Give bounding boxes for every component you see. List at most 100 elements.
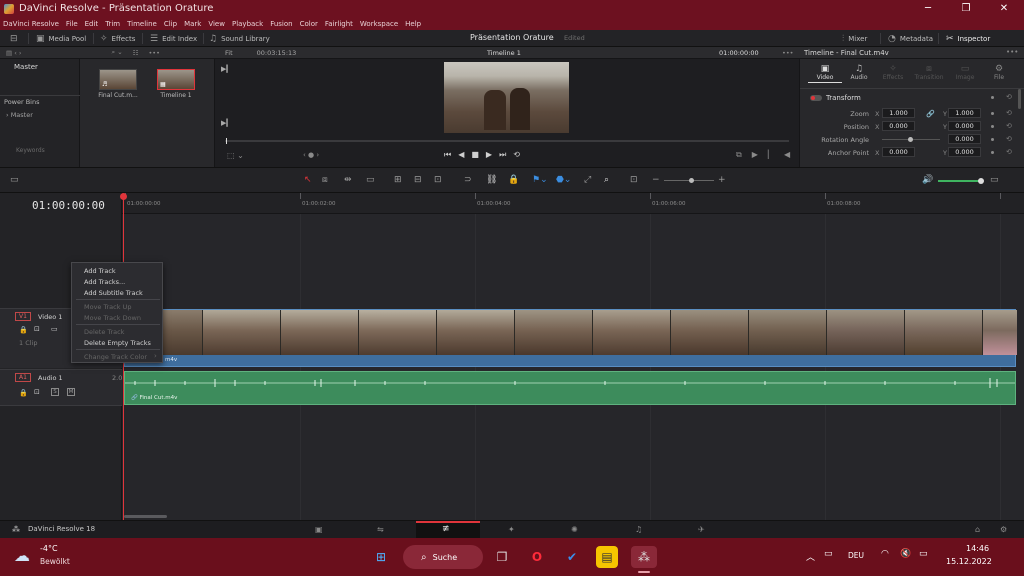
track-lock-icon[interactable]: 🔒 bbox=[19, 326, 28, 334]
menu-add-tracks[interactable]: Add Tracks... bbox=[84, 278, 125, 286]
audio-clip[interactable]: 🔗 Final Cut.m4v bbox=[124, 371, 1016, 405]
fairlight-page-icon[interactable]: ♫ bbox=[635, 525, 642, 534]
power-bin-master[interactable]: › Master bbox=[6, 111, 33, 119]
menu-change-track-color[interactable]: Change Track Color bbox=[84, 353, 147, 361]
menu-file[interactable]: File bbox=[66, 20, 78, 28]
inspector-options-icon[interactable]: ••• bbox=[1006, 48, 1018, 56]
maximize-button[interactable]: ❐ bbox=[947, 0, 985, 17]
track-id-a1[interactable]: A1 bbox=[15, 373, 31, 382]
position-lock-icon[interactable]: 🔒 bbox=[508, 175, 519, 185]
blade-tool-icon[interactable]: ▭ bbox=[366, 175, 375, 185]
timeline-thumbnail[interactable]: ▦ bbox=[157, 69, 195, 90]
todo-app-icon[interactable]: ✔ bbox=[561, 546, 583, 568]
edit-index-button[interactable]: ☰ Edit Index bbox=[150, 30, 197, 47]
zoom-in-icon[interactable]: + bbox=[718, 175, 726, 185]
volume-slider[interactable] bbox=[938, 180, 982, 182]
menu-edit[interactable]: Edit bbox=[85, 20, 99, 28]
media-page-icon[interactable]: ▣ bbox=[315, 525, 323, 534]
menu-fusion[interactable]: Fusion bbox=[270, 20, 292, 28]
zoom-full-icon[interactable]: ⤢ bbox=[584, 175, 591, 185]
menu-workspace[interactable]: Workspace bbox=[360, 20, 398, 28]
clock-time[interactable]: 14:46 bbox=[966, 544, 989, 553]
next-frame-icon[interactable]: ▶▏ bbox=[752, 150, 784, 159]
clock-date[interactable]: 15.12.2022 bbox=[946, 557, 992, 566]
inspector-scrollbar[interactable] bbox=[1018, 89, 1021, 109]
play-icon[interactable]: ▶ bbox=[486, 150, 499, 159]
marker-icon[interactable]: ⬣⌄ bbox=[556, 175, 571, 185]
menu-move-track-down[interactable]: Move Track Down bbox=[84, 314, 141, 322]
auto-select-icon[interactable]: ⊡ bbox=[34, 388, 40, 396]
more-options-icon[interactable]: ••• bbox=[148, 49, 160, 57]
deliver-page-icon[interactable]: ✈ bbox=[698, 525, 705, 534]
position-y-field[interactable]: 0.000 bbox=[948, 121, 981, 131]
go-to-end-icon[interactable]: ⏭ bbox=[499, 150, 513, 159]
menu-trim[interactable]: Trim bbox=[105, 20, 120, 28]
replace-clip-icon[interactable]: ⊡ bbox=[434, 175, 442, 185]
prev-frame-icon[interactable]: ◀ bbox=[784, 150, 800, 159]
battery-icon[interactable]: ▭ bbox=[919, 549, 928, 559]
taskbar-search[interactable]: ⌕ Suche bbox=[403, 545, 483, 569]
menu-mark[interactable]: Mark bbox=[184, 20, 201, 28]
clip-thumbnail[interactable]: ♬ bbox=[99, 69, 137, 90]
timeline-ruler[interactable]: 01:00:00:00 01:00:02:00 01:00:04:00 01:0… bbox=[122, 193, 1024, 214]
viewer-zoom-icon[interactable]: ⬚ ⌄ bbox=[227, 151, 244, 160]
fusion-page-icon[interactable]: ✦ bbox=[508, 525, 515, 534]
weather-cloud-icon[interactable]: ☁ bbox=[14, 546, 30, 565]
solo-button[interactable]: S bbox=[51, 388, 59, 396]
tab-video[interactable]: ▣ Video bbox=[808, 64, 842, 83]
menu-clip[interactable]: Clip bbox=[164, 20, 177, 28]
display-icon[interactable]: ▭ bbox=[824, 549, 833, 559]
zoom-y-field[interactable]: 1.000 bbox=[948, 108, 981, 118]
zoom-detail-icon[interactable]: ⌕ bbox=[604, 175, 609, 185]
audio-track-header[interactable]: A1 Audio 1 2.0 🔒 ⊡ S M bbox=[0, 369, 122, 406]
toggle-bins-button[interactable]: ⊟ bbox=[10, 30, 18, 47]
keyframe-icon[interactable] bbox=[991, 151, 994, 154]
davinci-taskbar-icon[interactable]: ⁂ bbox=[631, 546, 657, 568]
list-view-icon[interactable]: ☷ bbox=[133, 49, 139, 57]
reset-icon[interactable]: ⟲ bbox=[1006, 93, 1012, 101]
sticky-notes-icon[interactable]: ▤ bbox=[596, 546, 618, 568]
match-frame-icon[interactable]: ⧉ bbox=[736, 150, 752, 159]
trim-tool-icon[interactable]: ⧈ bbox=[322, 175, 328, 185]
tab-audio[interactable]: ♫ Audio bbox=[842, 64, 876, 81]
color-page-icon[interactable]: ✺ bbox=[571, 525, 578, 534]
playhead-handle[interactable] bbox=[120, 193, 127, 200]
zoom-x-field[interactable]: 1.000 bbox=[882, 108, 915, 118]
viewer-fit[interactable]: Fit bbox=[225, 49, 233, 57]
selection-tool-icon[interactable]: ↖ bbox=[304, 175, 312, 185]
reset-icon[interactable]: ⟲ bbox=[1006, 122, 1012, 130]
go-to-start-icon[interactable]: ⏮ bbox=[444, 150, 458, 159]
snapping-icon[interactable]: ⊃ bbox=[464, 175, 472, 185]
zoom-out-icon[interactable]: − bbox=[652, 175, 660, 185]
timeline-view-options-icon[interactable]: ▭ bbox=[10, 175, 19, 185]
auto-select-icon[interactable]: ⊡ bbox=[34, 325, 40, 333]
viewer-left-marker-icon[interactable]: ▶▎ bbox=[221, 65, 232, 73]
linked-selection-icon[interactable]: ⛓ bbox=[486, 175, 497, 185]
opera-browser-icon[interactable]: O bbox=[526, 546, 548, 568]
menu-playback[interactable]: Playback bbox=[232, 20, 263, 28]
menu-view[interactable]: View bbox=[208, 20, 225, 28]
keyframe-icon[interactable] bbox=[991, 125, 994, 128]
language-indicator[interactable]: DEU bbox=[848, 551, 864, 560]
menu-timeline[interactable]: Timeline bbox=[127, 20, 157, 28]
keyframe-icon[interactable] bbox=[991, 138, 994, 141]
audio-meter-icon[interactable]: ▭ bbox=[990, 175, 999, 185]
stop-icon[interactable]: ■ bbox=[471, 150, 486, 159]
timeline-scrollbar[interactable] bbox=[124, 515, 167, 518]
reset-icon[interactable]: ⟲ bbox=[1006, 135, 1012, 143]
volume-muted-icon[interactable]: 🔇 bbox=[900, 549, 911, 559]
edit-page-tab[interactable]: ≢ bbox=[416, 521, 480, 539]
track-name-audio[interactable]: Audio 1 bbox=[38, 374, 63, 382]
zoom-slider-handle[interactable] bbox=[689, 178, 694, 183]
zoom-custom-icon[interactable]: ⊡ bbox=[630, 175, 638, 185]
scrubber-playhead[interactable] bbox=[226, 138, 227, 144]
menu-add-subtitle-track[interactable]: Add Subtitle Track bbox=[84, 289, 143, 297]
insert-clip-icon[interactable]: ⊞ bbox=[394, 175, 402, 185]
rotation-slider-handle[interactable] bbox=[908, 137, 913, 142]
menu-add-track[interactable]: Add Track bbox=[84, 267, 116, 275]
sound-library-button[interactable]: ♫ Sound Library bbox=[209, 30, 270, 47]
viewer-left-marker-bottom-icon[interactable]: ▶▎ bbox=[221, 119, 232, 127]
viewer-options-icon[interactable]: ••• bbox=[782, 49, 794, 57]
menu-fairlight[interactable]: Fairlight bbox=[325, 20, 353, 28]
speaker-icon[interactable]: 🔊 bbox=[922, 175, 933, 185]
